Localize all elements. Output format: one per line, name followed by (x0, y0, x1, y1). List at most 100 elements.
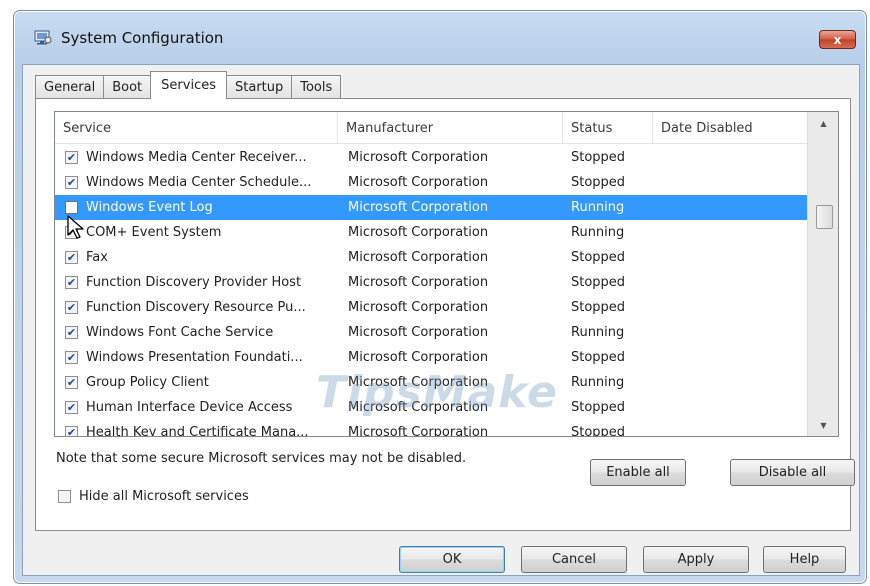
scrollbar-thumb[interactable] (816, 205, 833, 229)
column-header-date-disabled[interactable]: Date Disabled (653, 112, 807, 144)
manufacturer-cell: Microsoft Corporation (348, 300, 489, 315)
service-row[interactable]: Windows Event Log Microsoft Corporation Ru… (55, 195, 807, 220)
service-row[interactable]: ✔ Windows Media Center Schedule... Microso… (55, 170, 807, 195)
date-disabled-cell (653, 270, 807, 295)
service-name-cell: ✔ Windows Media Center Receiver... (55, 145, 338, 170)
service-name-cell: ✔ Windows Font Cache Service (55, 320, 338, 345)
status-cell: Stopped (571, 425, 626, 437)
help-button[interactable]: Help (763, 546, 846, 573)
service-row[interactable]: ✔ Function Discovery Resource Pu... Micros… (55, 295, 807, 320)
date-disabled-cell (653, 420, 807, 436)
checkmark-icon: ✔ (66, 151, 77, 164)
service-name-cell: Windows Event Log (55, 195, 338, 220)
hide-microsoft-services-label: Hide all Microsoft services (79, 489, 249, 504)
status-cell: Stopped (571, 275, 626, 290)
services-list[interactable]: Service Manufacturer Status Date Disable… (54, 111, 839, 437)
date-disabled-cell (653, 370, 807, 395)
scroll-down-arrow-icon[interactable]: ▼ (808, 414, 838, 436)
hide-microsoft-services-option[interactable]: Hide all Microsoft services (58, 489, 249, 504)
tab-services[interactable]: Services (150, 71, 227, 99)
tab-tools[interactable]: Tools (291, 75, 342, 99)
service-row[interactable]: ✔ Group Policy Client Microsoft Corporatio… (55, 370, 807, 395)
manufacturer-cell: Microsoft Corporation (348, 250, 489, 265)
scroll-up-arrow-icon[interactable]: ▲ (808, 112, 838, 134)
service-row[interactable]: ✔ COM+ Event System Microsoft Corporation R… (55, 220, 807, 245)
window-title: System Configuration (61, 29, 224, 47)
service-row[interactable]: ✔ Health Key and Certificate Mana... Micro… (55, 420, 807, 437)
service-name: Windows Presentation Foundati... (86, 350, 303, 365)
manufacturer-cell: Microsoft Corporation (348, 400, 489, 415)
date-disabled-cell (653, 345, 807, 370)
column-header-status[interactable]: Status (563, 112, 653, 144)
checkmark-icon: ✔ (66, 301, 77, 314)
status-cell: Stopped (571, 300, 626, 315)
manufacturer-cell: Microsoft Corporation (348, 150, 489, 165)
title-bar[interactable]: System Configuration x (14, 11, 866, 63)
manufacturer-cell: Microsoft Corporation (348, 275, 489, 290)
date-disabled-cell (653, 245, 807, 270)
date-disabled-cell (653, 295, 807, 320)
vertical-scrollbar[interactable]: ▲ ▼ (807, 112, 838, 436)
date-disabled-cell (653, 395, 807, 420)
checkmark-icon: ✔ (66, 276, 77, 289)
service-row[interactable]: ✔ Fax Microsoft Corporation Stopped (55, 245, 807, 270)
service-row[interactable]: ✔ Windows Media Center Receiver... Microso… (55, 145, 807, 170)
service-name: Windows Font Cache Service (86, 325, 274, 340)
tab-general[interactable]: General (35, 75, 105, 99)
ok-button[interactable]: OK (399, 546, 505, 573)
service-checkbox[interactable]: ✔ (65, 276, 78, 289)
enable-all-button[interactable]: Enable all (590, 459, 686, 486)
close-button[interactable]: x (819, 30, 856, 49)
checkmark-icon: ✔ (66, 426, 77, 437)
service-checkbox[interactable]: ✔ (65, 151, 78, 164)
list-header: Service Manufacturer Status Date Disable… (55, 112, 807, 144)
date-disabled-cell (653, 220, 807, 245)
apply-button[interactable]: Apply (643, 546, 749, 573)
manufacturer-cell: Microsoft Corporation (348, 200, 489, 215)
service-row[interactable]: ✔ Windows Font Cache Service Microsoft Cor… (55, 320, 807, 345)
service-name-cell: ✔ Windows Presentation Foundati... (55, 345, 338, 370)
service-rows: ✔ Windows Media Center Receiver... Microso… (55, 145, 807, 437)
status-cell: Stopped (571, 250, 626, 265)
service-name: Function Discovery Resource Pu... (86, 300, 306, 315)
service-checkbox[interactable]: ✔ (65, 301, 78, 314)
date-disabled-cell (653, 320, 807, 345)
service-row[interactable]: ✔ Human Interface Device Access Microsoft … (55, 395, 807, 420)
manufacturer-cell: Microsoft Corporation (348, 225, 489, 240)
service-row[interactable]: ✔ Windows Presentation Foundati... Microso… (55, 345, 807, 370)
date-disabled-cell (653, 170, 807, 195)
date-disabled-cell (653, 145, 807, 170)
service-checkbox[interactable]: ✔ (65, 251, 78, 264)
service-checkbox[interactable]: ✔ (65, 426, 78, 437)
service-name: Health Key and Certificate Mana... (86, 425, 309, 437)
tab-startup[interactable]: Startup (226, 75, 293, 99)
service-name-cell: ✔ COM+ Event System (55, 220, 338, 245)
service-checkbox[interactable]: ✔ (65, 176, 78, 189)
service-checkbox[interactable]: ✔ (65, 401, 78, 414)
system-configuration-window: System Configuration x General Boot Servic… (13, 10, 867, 584)
manufacturer-cell: Microsoft Corporation (348, 375, 489, 390)
checkmark-icon: ✔ (66, 251, 77, 264)
checkmark-icon: ✔ (66, 401, 77, 414)
tab-boot[interactable]: Boot (103, 75, 152, 99)
hide-microsoft-services-checkbox[interactable] (58, 490, 71, 503)
status-cell: Running (571, 225, 625, 240)
cancel-button[interactable]: Cancel (521, 546, 627, 573)
column-header-service[interactable]: Service (55, 112, 338, 144)
manufacturer-cell: Microsoft Corporation (348, 325, 489, 340)
service-name: Human Interface Device Access (86, 400, 293, 415)
service-row[interactable]: ✔ Function Discovery Provider Host Microso… (55, 270, 807, 295)
service-checkbox[interactable]: ✔ (65, 351, 78, 364)
service-checkbox[interactable] (65, 201, 78, 214)
service-checkbox[interactable]: ✔ (65, 376, 78, 389)
column-header-manufacturer[interactable]: Manufacturer (338, 112, 563, 144)
checkmark-icon: ✔ (66, 176, 77, 189)
status-cell: Stopped (571, 400, 626, 415)
checkmark-icon: ✔ (66, 376, 77, 389)
status-cell: Stopped (571, 350, 626, 365)
disable-all-button[interactable]: Disable all (730, 459, 855, 486)
service-checkbox[interactable]: ✔ (65, 326, 78, 339)
service-name-cell: ✔ Fax (55, 245, 338, 270)
manufacturer-cell: Microsoft Corporation (348, 175, 489, 190)
checkmark-icon: ✔ (66, 326, 77, 339)
